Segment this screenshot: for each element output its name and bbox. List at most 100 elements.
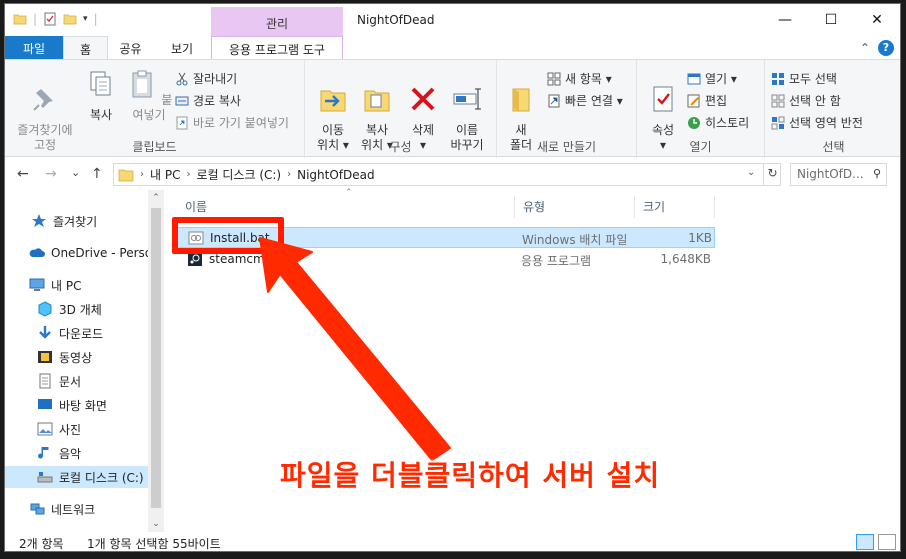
annotation-text: 파일을 더블클릭하여 서버 설치 xyxy=(280,459,661,492)
paste-button[interactable]: 붙여넣기 xyxy=(121,68,177,123)
pc-icon xyxy=(29,278,45,291)
folder-icon[interactable] xyxy=(13,12,27,26)
scroll-up-arrow[interactable]: ⌃ xyxy=(148,190,164,206)
edit-pencil-icon xyxy=(687,94,700,107)
cube-icon xyxy=(38,301,52,317)
download-icon xyxy=(39,326,51,339)
select-none-button[interactable]: 선택 안 함 xyxy=(771,92,841,109)
copy-to-icon xyxy=(364,90,390,112)
nav-item-label: 로컬 디스크 (C:) xyxy=(59,470,144,485)
nav-scrollbar[interactable]: ⌃ ⌄ xyxy=(148,190,164,532)
collapse-ribbon-icon[interactable]: ⌃ xyxy=(860,41,870,55)
scroll-down-arrow[interactable]: ⌄ xyxy=(148,516,164,532)
new-group: 새 폴더 새 항목 ▾ 빠른 연결 ▾ 새로 만들기 xyxy=(497,60,637,158)
nav-item-music[interactable]: 음악 xyxy=(37,442,148,464)
open-icon xyxy=(687,73,701,84)
column-header-type[interactable]: 유형 xyxy=(515,196,635,218)
new-group-label: 새로 만들기 xyxy=(536,140,596,154)
close-button[interactable]: ✕ xyxy=(854,4,900,36)
window-controls: — ☐ ✕ xyxy=(762,4,900,36)
nav-item-pictures[interactable]: 사진 xyxy=(37,418,148,440)
folder-icon xyxy=(118,169,134,181)
help-icon[interactable]: ? xyxy=(878,40,894,56)
tab-file[interactable]: 파일 xyxy=(5,36,63,60)
paste-shortcut-button[interactable]: 바로 가기 붙여넣기 xyxy=(175,114,289,131)
open-group: 속성 ▾ 열기 ▾ 편집 히스토리 열기 xyxy=(637,60,765,158)
tab-app-tools[interactable]: 응용 프로그램 도구 xyxy=(211,36,343,60)
breadcrumb-local-disk[interactable]: 로컬 디스크 (C:) xyxy=(196,166,281,183)
address-dropdown-icon[interactable]: ⌄ xyxy=(747,167,755,178)
music-icon xyxy=(38,447,49,459)
qat-dropdown-icon[interactable]: ▾ xyxy=(83,14,88,24)
nav-item-network[interactable]: 네트워크 xyxy=(29,498,148,520)
status-selection: 1개 항목 선택함 55바이트 xyxy=(87,537,221,551)
cut-label: 잘라내기 xyxy=(193,72,238,86)
status-item-count: 2개 항목 xyxy=(19,537,64,551)
search-placeholder: NightOfD... xyxy=(797,167,864,181)
new-folder-icon xyxy=(512,88,530,112)
maximize-button[interactable]: ☐ xyxy=(808,4,854,36)
minimize-button[interactable]: — xyxy=(762,4,808,36)
nav-item-label: 문서 xyxy=(59,374,82,389)
search-box[interactable]: NightOfD... ⚲ xyxy=(790,163,887,186)
nav-item-this-pc[interactable]: 내 PC xyxy=(29,274,148,296)
pin-icon xyxy=(33,89,53,111)
copy-path-button[interactable]: 경로 복사 xyxy=(175,92,241,109)
search-icon[interactable]: ⚲ xyxy=(873,167,881,180)
nav-item-label: OneDrive - Person xyxy=(51,246,148,260)
open-label: 열기 ▾ xyxy=(705,72,737,86)
address-row: ← → ⌄ ↑ › 내 PC › 로컬 디스크 (C:) › NightOfDe… xyxy=(5,160,900,188)
easy-access-button[interactable]: 빠른 연결 ▾ xyxy=(547,92,623,109)
nav-item-onedrive[interactable]: OneDrive - Person xyxy=(29,242,148,264)
breadcrumb-nightofdead[interactable]: NightOfDead xyxy=(297,168,375,182)
recent-locations-button[interactable]: ⌄ xyxy=(71,166,80,179)
scroll-thumb[interactable] xyxy=(151,208,161,508)
properties-check-icon[interactable] xyxy=(43,12,57,26)
address-bar[interactable]: › 내 PC › 로컬 디스크 (C:) › NightOfDead xyxy=(113,163,781,186)
new-item-button[interactable]: 새 항목 ▾ xyxy=(547,70,612,87)
file-type: 응용 프로그램 xyxy=(521,254,592,268)
tab-home[interactable]: 홈 xyxy=(63,36,108,60)
select-all-button[interactable]: 모두 선택 xyxy=(771,70,837,87)
nav-item-videos[interactable]: 동영상 xyxy=(37,346,148,368)
forward-button[interactable]: → xyxy=(45,166,57,182)
history-button[interactable]: 히스토리 xyxy=(687,114,749,131)
quick-access-toolbar: | ▾ | xyxy=(13,12,98,26)
breadcrumb-separator: › xyxy=(287,169,292,180)
new-folder-icon[interactable] xyxy=(63,12,77,26)
copy-button[interactable]: 복사 xyxy=(81,68,121,123)
breadcrumb-this-pc[interactable]: 내 PC xyxy=(150,166,180,183)
column-header-size[interactable]: 크기 xyxy=(635,196,715,218)
new-item-label: 새 항목 ▾ xyxy=(565,72,612,86)
tab-share[interactable]: 공유 xyxy=(108,36,153,60)
edit-label: 편집 xyxy=(705,94,728,108)
cut-button[interactable]: 잘라내기 xyxy=(175,70,237,87)
invert-selection-button[interactable]: 선택 영역 반전 xyxy=(771,114,863,131)
refresh-button[interactable]: ↻ xyxy=(763,163,781,186)
nav-item-desktop[interactable]: 바탕 화면 xyxy=(37,394,148,416)
clipboard-group-label: 클립보드 xyxy=(132,140,177,154)
nav-item-documents[interactable]: 문서 xyxy=(37,370,148,392)
nav-item-3d-objects[interactable]: 3D 개체 xyxy=(37,298,148,320)
select-none-label: 선택 안 함 xyxy=(789,94,841,108)
manage-context-tab[interactable]: 관리 xyxy=(211,7,343,36)
breadcrumb-separator: › xyxy=(140,169,144,180)
nav-item-label: 즐겨찾기 xyxy=(53,214,98,229)
tab-view[interactable]: 보기 xyxy=(153,36,211,60)
nav-item-favorites[interactable]: 즐겨찾기 xyxy=(31,210,148,232)
nav-item-label: 음악 xyxy=(59,446,82,461)
file-name: steamcmd.exe xyxy=(209,252,298,266)
open-button[interactable]: 열기 ▾ xyxy=(687,70,737,87)
up-button[interactable]: ↑ xyxy=(91,166,103,182)
nav-item-local-disk[interactable]: 로컬 디스크 (C:) xyxy=(5,466,148,488)
back-button[interactable]: ← xyxy=(17,166,29,182)
edit-button[interactable]: 편집 xyxy=(687,92,727,109)
details-view-icon[interactable] xyxy=(856,534,874,550)
open-group-label: 열기 xyxy=(689,140,712,154)
new-item-icon xyxy=(547,72,561,85)
nav-item-downloads[interactable]: 다운로드 xyxy=(37,322,148,344)
large-icons-view-icon[interactable] xyxy=(878,534,896,550)
title-bar: | ▾ | 관리 NightOfDead — ☐ ✕ xyxy=(5,4,900,36)
column-header-name[interactable]: 이름 xyxy=(177,196,515,218)
ribbon-tabs: 파일 홈 공유 보기 응용 프로그램 도구 ⌃ ? xyxy=(5,36,900,60)
